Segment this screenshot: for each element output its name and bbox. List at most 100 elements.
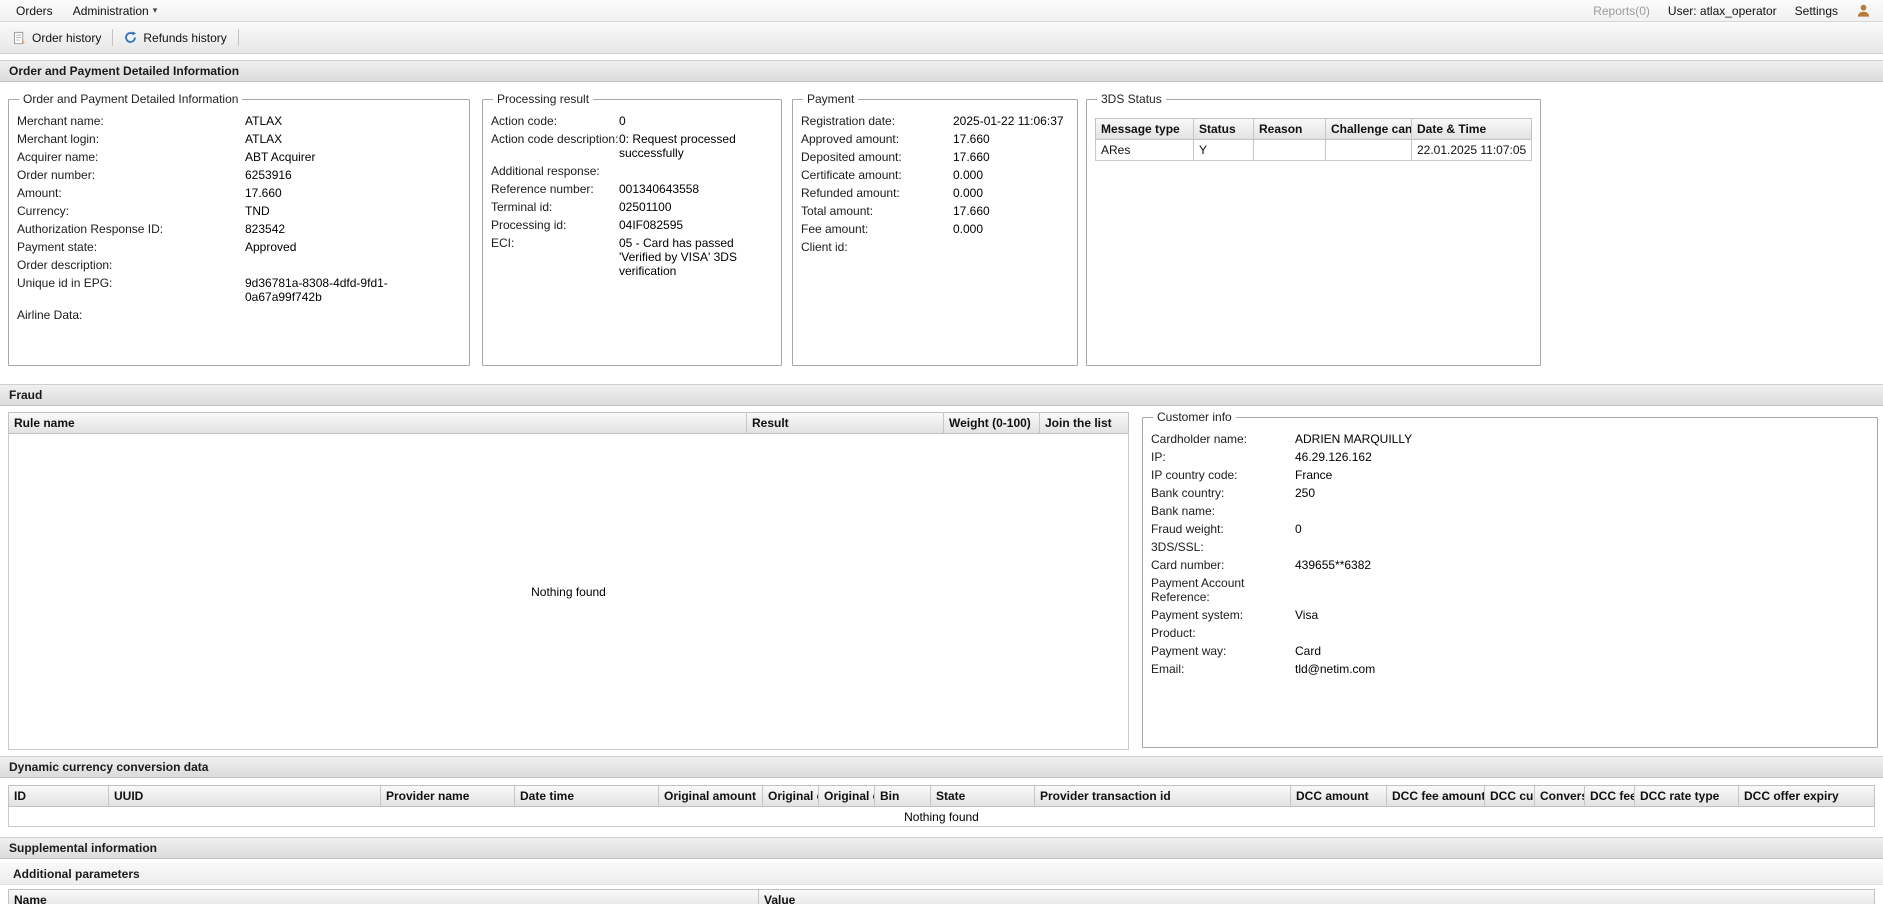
table-header-row: Rule name Result Weight (0-100) Join the…	[8, 412, 1129, 434]
processing-result-legend: Processing result	[497, 92, 590, 106]
field-label: Refunded amount:	[801, 186, 900, 200]
field-row: IP country code: France	[1151, 468, 1869, 482]
column-header: Result	[747, 413, 944, 433]
field-row: Acquirer name: ABT Acquirer	[17, 150, 461, 164]
field-value: ATLAX	[245, 132, 283, 146]
section-band-fraud: Fraud	[0, 384, 1883, 406]
field-row: Total amount: 17.660	[801, 204, 1069, 218]
field-label: Registration date:	[801, 114, 896, 128]
tab-separator	[237, 29, 239, 46]
tab-separator	[112, 29, 114, 46]
table-header-row: Message type Status Reason Challenge can…	[1095, 118, 1533, 140]
additional-parameters-title: Additional parameters	[13, 866, 140, 881]
field-row: Product:	[1151, 626, 1869, 640]
column-header: Join the list	[1045, 416, 1112, 430]
section-band-dcc: Dynamic currency conversion data	[0, 756, 1883, 778]
field-row: Action code: 0	[491, 114, 773, 128]
field-row: Bank country: 250	[1151, 486, 1869, 500]
field-label: Card number:	[1151, 558, 1225, 572]
column-header: Date time	[515, 786, 659, 806]
field-label: Currency:	[17, 204, 70, 218]
field-label: Email:	[1151, 662, 1185, 676]
field-row: Fraud weight: 0	[1151, 522, 1869, 536]
dcc-table-empty-body: Nothing found	[8, 807, 1875, 827]
field-row: Bank name:	[1151, 504, 1869, 518]
field-label: Payment Account Reference:	[1151, 576, 1245, 604]
detail-panels: Order and Payment Detailed Information M…	[0, 82, 1883, 380]
field-label: Bank country:	[1151, 486, 1225, 500]
field-value: 46.29.126.162	[1295, 450, 1372, 464]
user-icon[interactable]	[1856, 3, 1871, 18]
field-value: 001340643558	[619, 182, 700, 196]
field-row: 3DS/SSL:	[1151, 540, 1869, 554]
field-label: Certificate amount:	[801, 168, 902, 182]
field-value: 9d36781a-8308-4dfd-9fd1-0a67a99f742b	[245, 276, 388, 304]
field-value: 0	[1295, 522, 1302, 536]
field-value: 17.660	[953, 150, 990, 164]
menu-orders-label: Orders	[16, 3, 53, 18]
column-header: DCC fee amount	[1387, 786, 1485, 806]
tab-refunds-history[interactable]: Refunds history	[115, 27, 235, 49]
column-header: Provider transaction id	[1035, 786, 1291, 806]
fraud-area: Rule name Result Weight (0-100) Join the…	[0, 406, 1883, 756]
field-label: IP country code:	[1151, 468, 1238, 482]
field-value: 823542	[245, 222, 286, 236]
field-row: Action code description: 0: Request proce…	[491, 132, 773, 160]
field-value: 17.660	[953, 204, 990, 218]
column-header: Name	[9, 890, 759, 904]
field-label: Fee amount:	[801, 222, 869, 236]
column-header: DCC rate type	[1635, 786, 1739, 806]
field-label: Merchant login:	[17, 132, 100, 146]
empty-message: Nothing found	[904, 809, 979, 824]
customer-info-legend: Customer info	[1157, 410, 1232, 424]
menu-orders[interactable]: Orders	[6, 0, 63, 21]
column-header: Original c	[763, 786, 819, 806]
field-label: Order description:	[17, 258, 113, 272]
field-label: Deposited amount:	[801, 150, 902, 164]
column-header: Reason	[1254, 119, 1326, 139]
fraud-section-title: Fraud	[9, 388, 43, 402]
field-label: Fraud weight:	[1151, 522, 1224, 536]
field-label: Client id:	[801, 240, 848, 254]
refunds-history-icon	[124, 31, 137, 44]
field-row: Airline Data:	[17, 308, 461, 322]
field-row: Merchant login: ATLAX	[17, 132, 461, 146]
field-row: Terminal id: 02501100	[491, 200, 773, 214]
field-row: Merchant name: ATLAX	[17, 114, 461, 128]
field-value: ABT Acquirer	[245, 150, 316, 164]
tds-status-panel: 3DS Status Message type Status Reason Ch…	[1086, 92, 1542, 366]
field-value: 439655**6382	[1295, 558, 1372, 572]
field-label: Terminal id:	[491, 200, 553, 214]
tab-order-history-label: Order history	[32, 30, 102, 45]
customer-info-panel: Customer info Cardholder name: ADRIEN MAR…	[1142, 410, 1878, 748]
field-value: 17.660	[245, 186, 282, 200]
column-header: DCC offer expiry	[1744, 789, 1839, 803]
field-value: 6253916	[245, 168, 292, 182]
reports-link[interactable]: Reports(0)	[1593, 4, 1650, 18]
field-label: Additional response:	[491, 164, 600, 178]
field-value: 05 - Card has passed 'Verified by VISA' …	[619, 236, 737, 278]
top-menubar: Orders Administration ▾ Reports(0) User:…	[0, 0, 1883, 22]
menu-administration[interactable]: Administration ▾	[63, 0, 168, 21]
table-row[interactable]: ARes Y 22.01.2025 11:07:05	[1095, 140, 1533, 161]
field-label: Payment system:	[1151, 608, 1244, 622]
column-header: UUID	[109, 786, 381, 806]
settings-link[interactable]: Settings	[1795, 4, 1838, 18]
tds-status-legend: 3DS Status	[1101, 92, 1162, 106]
field-label: Bank name:	[1151, 504, 1216, 518]
tab-order-history[interactable]: Order history	[4, 27, 110, 49]
cell-date-time: 22.01.2025 11:07:05	[1417, 143, 1527, 157]
field-label: ECI:	[491, 236, 515, 250]
field-value: tld@netim.com	[1295, 662, 1376, 676]
payment-panel: Payment Registration date: 2025-01-22 11:…	[792, 92, 1078, 366]
menu-administration-label: Administration	[72, 3, 149, 18]
field-row: Cardholder name: ADRIEN MARQUILLY	[1151, 432, 1869, 446]
field-label: Cardholder name:	[1151, 432, 1248, 446]
additional-parameters-subheader: Additional parameters	[0, 863, 1883, 885]
field-value: 0.000	[953, 222, 984, 236]
field-row: Registration date: 2025-01-22 11:06:37	[801, 114, 1069, 128]
field-value: 02501100	[619, 200, 672, 214]
field-value: 17.660	[953, 132, 990, 146]
field-label: Amount:	[17, 186, 62, 200]
tab-refunds-history-label: Refunds history	[143, 30, 227, 45]
